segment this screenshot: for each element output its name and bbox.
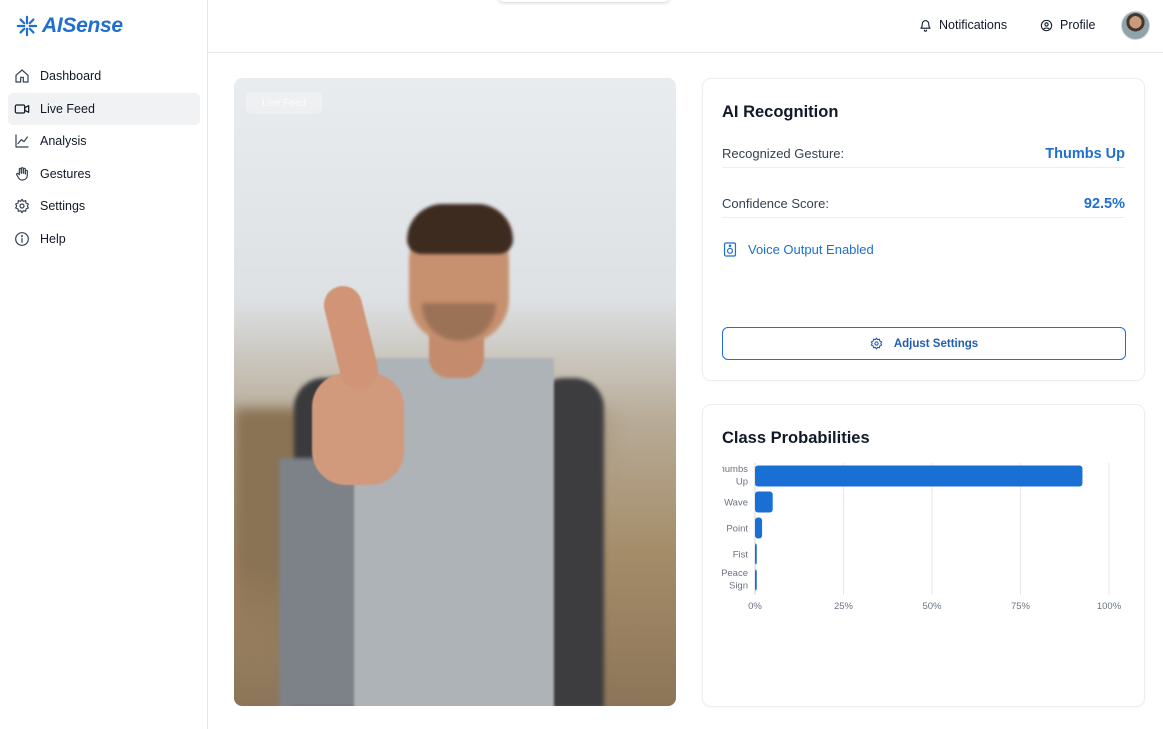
- sidebar-item-analysis[interactable]: Analysis: [8, 125, 200, 157]
- class-probabilities-chart: 0% 25% 50% 75% 100% Thumbs Up Wave Point Fist Peac…: [714, 463, 1122, 612]
- sparkle-logo-icon: [16, 15, 38, 37]
- class-probabilities-card: Class Probabilities 0% 25% 50% 75% 100% Thumb…: [702, 404, 1145, 707]
- category-label: Thumbs Up: [714, 464, 749, 488]
- recognized-gesture-value: Thumbs Up: [1045, 145, 1125, 162]
- category-label: Peace Sign: [721, 568, 748, 592]
- video-icon: [14, 101, 30, 117]
- sidebar-item-label: Gestures: [40, 166, 91, 181]
- x-tick-label: 25%: [834, 601, 854, 612]
- adjust-settings-label: Adjust Settings: [893, 337, 979, 350]
- bar-peace-sign: [755, 569, 757, 591]
- sidebar-item-label: Settings: [40, 199, 86, 214]
- bar-point: [755, 517, 763, 539]
- sidebar-item-dashboard[interactable]: Dashboard: [8, 60, 200, 92]
- feed-label-badge: Live Feed: [246, 92, 322, 114]
- category-label: Fist: [733, 550, 749, 561]
- card-title: AI Recognition: [722, 103, 839, 121]
- app-name: AISense: [42, 14, 123, 37]
- live-camera-feed: Live Feed: [234, 78, 676, 706]
- category-label: Wave: [724, 498, 748, 509]
- profile-label: Profile: [1060, 18, 1096, 32]
- gear-icon: [870, 337, 883, 350]
- confidence-score-label: Confidence Score:: [722, 196, 829, 211]
- sidebar-nav: Dashboard Live Feed Analysis Gestures Se…: [8, 60, 200, 256]
- confidence-score-value: 92.5%: [1083, 195, 1125, 212]
- hand-icon: [14, 166, 30, 182]
- bell-icon: [920, 19, 931, 32]
- app-logo[interactable]: AISense: [16, 14, 123, 38]
- x-tick-label: 75%: [1011, 601, 1031, 612]
- x-tick-label: 100%: [1097, 601, 1122, 612]
- bar-wave: [755, 491, 773, 513]
- speaker-icon: [723, 242, 737, 257]
- recognized-gesture-label: Recognized Gesture:: [722, 146, 845, 161]
- chart-line-icon: [14, 133, 30, 149]
- gear-icon: [14, 198, 30, 214]
- sidebar-item-label: Help: [40, 231, 66, 246]
- sidebar-item-gestures[interactable]: Gestures: [8, 158, 200, 190]
- info-icon: [14, 231, 30, 247]
- sidebar-item-live-feed[interactable]: Live Feed: [8, 92, 200, 125]
- sidebar: AISense Dashboard Live Feed Analysis Ges…: [0, 0, 208, 729]
- category-label: Point: [726, 524, 748, 535]
- avatar[interactable]: [1121, 11, 1150, 40]
- sidebar-item-settings[interactable]: Settings: [8, 190, 200, 222]
- x-tick-label: 50%: [922, 601, 942, 612]
- user-circle-icon: [1040, 19, 1053, 31]
- bar-fist: [755, 543, 757, 565]
- sidebar-item-help[interactable]: Help: [8, 223, 200, 255]
- notifications-button[interactable]: Notifications: [919, 18, 1007, 32]
- recognized-gesture-row: Recognized Gesture: Thumbs Up: [722, 140, 1125, 168]
- app-window: AISense Dashboard Live Feed Analysis Ges…: [0, 0, 1163, 729]
- sidebar-item-label: Live Feed: [40, 101, 95, 116]
- sidebar-item-label: Dashboard: [40, 69, 102, 83]
- x-tick-label: 0%: [748, 601, 762, 612]
- adjust-settings-button[interactable]: Adjust Settings: [722, 327, 1126, 360]
- profile-button[interactable]: Profile: [1040, 18, 1095, 32]
- voice-output-toggle[interactable]: Voice Output Enabled: [723, 242, 874, 257]
- ai-recognition-card: AI Recognition Recognized Gesture: Thumb…: [702, 78, 1145, 381]
- notifications-label: Notifications: [939, 18, 1008, 32]
- voice-output-label: Voice Output Enabled: [748, 242, 874, 257]
- top-bar: Notifications Profile: [208, 0, 1163, 53]
- bar-thumbs-up: [755, 465, 1083, 487]
- floating-tab-handle[interactable]: [498, 0, 670, 2]
- confidence-score-row: Confidence Score: 92.5%: [722, 190, 1125, 218]
- sidebar-item-label: Analysis: [40, 134, 87, 149]
- home-icon: [14, 68, 30, 84]
